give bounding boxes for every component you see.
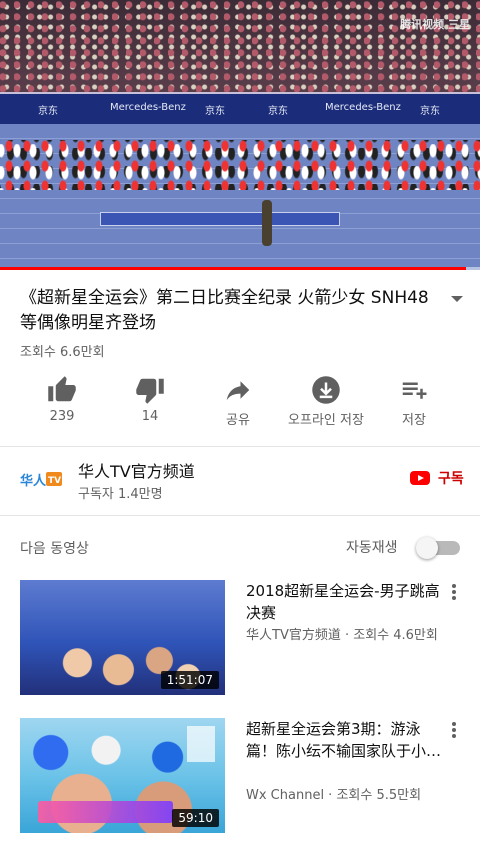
toggle-knob [416,537,438,559]
subscriber-count: 구독자 1.4만명 [78,487,163,502]
divider [0,515,480,516]
view-count: 조회수 6.6만회 [20,345,105,360]
autoplay-toggle[interactable] [416,537,460,559]
more-options-icon[interactable] [446,720,462,740]
video-thumbnail[interactable]: 1:51:07 [20,580,225,695]
caption-overlay [38,801,173,823]
performer-figure [262,200,272,246]
share-button[interactable]: 공유 [188,374,288,428]
video-player[interactable]: 腾讯视频 三星 京东 Mercedes-Benz 京东 京东 Mercedes-… [0,0,480,270]
save-to-playlist-button[interactable]: 저장 [364,374,464,428]
video-progress-fill [0,267,466,270]
autoplay-label: 자동재생 [346,540,398,556]
background-sign [187,726,215,762]
banner-text: 京东 [38,106,58,117]
share-label: 공유 [226,413,250,428]
sponsor-banner: 京东 Mercedes-Benz 京东 京东 Mercedes-Benz 京东 [0,92,480,124]
subscribe-button[interactable]: 구독 [410,468,464,488]
duration-badge: 1:51:07 [160,671,219,689]
stadium-stands [0,0,480,92]
more-options-icon[interactable] [446,582,462,602]
video-item-title[interactable]: 2018超新星全运会-男子跳高决赛 [246,580,442,624]
thumbs-up-icon [12,374,112,406]
channel-name[interactable]: 华人TV官方频道 [78,458,195,482]
like-button[interactable]: 239 [12,374,112,424]
offline-save-button[interactable]: 오프라인 저장 [276,374,376,428]
banner-text: Mercedes-Benz [325,102,401,113]
subscribe-label: 구독 [438,471,464,487]
stage-platform [100,212,340,226]
svg-text:TV: TV [48,476,61,486]
thumbs-down-icon [100,374,200,406]
save-label: 저장 [402,413,426,428]
up-next-label: 다음 동영상 [20,541,89,557]
channel-logo[interactable]: 华人 TV [18,466,64,492]
expand-description-icon[interactable] [450,292,464,306]
banner-text: 京东 [205,106,225,117]
download-icon [276,374,376,406]
banner-text: 京东 [268,106,288,117]
share-icon [188,374,288,406]
banner-text: Mercedes-Benz [110,102,186,113]
add-to-playlist-icon [364,374,464,406]
player-watermark: 腾讯视频 三星 [400,18,470,31]
list-item[interactable]: 59:10 超新星全运会第3期：游泳篇！陈小纭不输国家队于小… Wx Chann… [0,718,480,834]
video-item-meta: 华人TV官方频道 · 조회수 4.6만회 [246,628,438,643]
athletes-crowd [0,140,480,190]
action-bar: 239 14 공유 오프라인 저장 저장 [0,374,480,434]
divider [0,446,480,447]
youtube-play-icon [410,471,430,485]
list-item[interactable]: 1:51:07 2018超新星全运会-男子跳高决赛 华人TV官方频道 · 조회수… [0,580,480,696]
video-item-title[interactable]: 超新星全运会第3期：游泳篇！陈小纭不输国家队于小… [246,718,442,762]
duration-badge: 59:10 [172,809,219,827]
offline-save-label: 오프라인 저장 [288,413,364,428]
video-item-meta: Wx Channel · 조회수 5.5만회 [246,788,422,803]
dislike-button[interactable]: 14 [100,374,200,424]
svg-text:华人: 华人 [20,473,47,489]
video-thumbnail[interactable]: 59:10 [20,718,225,833]
video-title: 《超新星全运会》第二日比赛全纪录 火箭少女 SNH48 等偶像明星齐登场 [20,288,429,333]
banner-text: 京东 [420,106,440,117]
dislike-count: 14 [141,409,159,424]
video-progress-bar[interactable] [0,267,480,270]
like-count: 239 [49,409,75,424]
